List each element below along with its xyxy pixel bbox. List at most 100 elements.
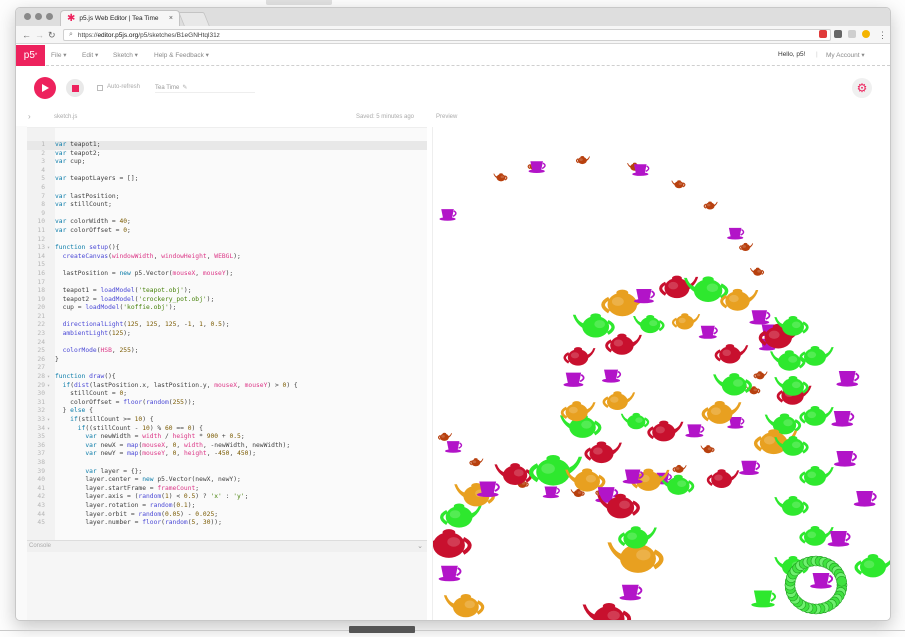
fold-chevron-icon[interactable]: ▾ (47, 416, 50, 425)
teapot-shape (572, 313, 615, 338)
auto-refresh-checkbox[interactable] (97, 85, 103, 91)
code-line[interactable]: 38 (27, 459, 427, 468)
code-line[interactable]: 25 colorMode(HSB, 255); (27, 347, 427, 356)
code-line[interactable]: 10 var colorWidth = 40; (27, 218, 427, 227)
kebab-menu-icon[interactable]: ⋮ (878, 29, 887, 41)
sidebar-expand-chevron-icon[interactable]: › (28, 112, 31, 121)
zoom-window-button[interactable] (46, 13, 53, 20)
line-number: 15 (37, 261, 45, 269)
code-line[interactable]: 36 var newX = map(mouseX, 0, width, -new… (27, 442, 427, 451)
extension-puzzle-icon[interactable] (848, 30, 856, 38)
code-line[interactable]: 23 ambientLight(125); (27, 330, 427, 339)
menu-file[interactable]: File ▾ (51, 51, 67, 59)
code-line[interactable]: 9 (27, 210, 427, 219)
code-line[interactable]: 26} (27, 356, 427, 365)
background-window-stub (266, 0, 332, 5)
code-line[interactable]: 14 createCanvas(windowWidth, windowHeigh… (27, 253, 427, 262)
code-line[interactable]: 3 var cup; (27, 158, 427, 167)
code-line[interactable]: 37 var newY = map(mouseY, 0, height, -45… (27, 450, 427, 459)
code-line[interactable]: 8 var stillCount; (27, 201, 427, 210)
code-line[interactable]: 19 teapot2 = loadModel('crockery_pot.obj… (27, 296, 427, 305)
settings-button[interactable]: ⚙ (852, 78, 872, 98)
close-tab-icon[interactable]: × (169, 15, 173, 22)
extension-shield-icon[interactable] (819, 30, 827, 38)
code-line[interactable]: 15 (27, 261, 427, 270)
code-line[interactable]: 13 ▾ function setup(){ (27, 244, 427, 253)
code-line[interactable]: 28 ▾ function draw(){ (27, 373, 427, 382)
extension-chrome-icon[interactable] (862, 30, 870, 38)
code-line[interactable]: 29 ▾ if(dist(lastPosition.x, lastPosition… (27, 382, 427, 391)
line-number: 2 (41, 149, 45, 157)
code-line[interactable]: 43 layer.rotation = random(0.1); (27, 502, 427, 511)
forward-arrow-icon[interactable]: → (35, 29, 44, 41)
code-line[interactable]: 45 layer.number = floor(random(5, 30)); (27, 519, 427, 528)
extension-box-icon[interactable] (834, 30, 842, 38)
code-line[interactable]: 6 (27, 184, 427, 193)
menu-help[interactable]: Help & Feedback ▾ (154, 51, 209, 59)
line-number: 6 (41, 183, 45, 191)
code-text: if((stillCount - 10) % 60 == 0) { (77, 424, 203, 432)
code-line[interactable]: 16 lastPosition = new p5.Vector(mouseX, … (27, 270, 427, 279)
p5-logo[interactable]: p5 * (16, 45, 45, 66)
code-line[interactable]: 41 layer.startFrame = frameCount; (27, 485, 427, 494)
code-line[interactable]: 1 var teapot1; (27, 141, 427, 150)
code-line[interactable]: 42 layer.axis = (random(1) < 0.5) ? 'x' … (27, 493, 427, 502)
code-line[interactable]: 31 colorOffset = floor(random(255)); (27, 399, 427, 408)
fold-chevron-icon[interactable]: ▾ (47, 382, 50, 391)
teapot-shape (671, 180, 686, 189)
code-line[interactable]: 11 var colorOffset = 0; (27, 227, 427, 236)
code-line[interactable]: 34 ▾ if((stillCount - 10) % 60 == 0) { (27, 425, 427, 434)
code-line[interactable]: 40 layer.center = new p5.Vector(newX, ne… (27, 476, 427, 485)
code-line[interactable]: 2 var teapot2; (27, 150, 427, 159)
code-line[interactable]: 35 var newWidth = width / height * 900 +… (27, 433, 427, 442)
code-line[interactable]: 20 cup = loadModel('koffie.obj'); (27, 304, 427, 313)
my-account-menu[interactable]: My Account ▾ (826, 51, 865, 59)
browser-tab[interactable]: ✱ p5.js Web Editor | Tea Time × (60, 10, 180, 26)
back-arrow-icon[interactable]: ← (22, 29, 31, 41)
stop-button[interactable] (66, 79, 84, 97)
project-name-field[interactable]: Tea Time ✎ (155, 83, 255, 93)
code-line[interactable]: 5 var teapotLayers = []; (27, 175, 427, 184)
pencil-icon[interactable]: ✎ (182, 84, 187, 91)
code-line[interactable]: 32 } else { (27, 407, 427, 416)
url-input[interactable]: ⌕ https://editor.p5js.org/p5/sketches/B1… (63, 29, 831, 41)
code-line[interactable]: 22 directionalLight(125, 125, 125, -1, 1… (27, 321, 427, 330)
console-header[interactable]: Console ⌄ (27, 540, 427, 552)
line-number: 26 (37, 355, 45, 363)
code-text: teapot1 = loadModel('teapot.obj'); (55, 287, 192, 295)
code-line[interactable]: 33 ▾ if(stillCount >= 10) { (27, 416, 427, 425)
fold-chevron-icon[interactable]: ▾ (47, 425, 50, 434)
menu-edit[interactable]: Edit ▾ (82, 51, 98, 59)
code-text: colorMode(HSB, 255); (62, 347, 139, 355)
minimize-window-button[interactable] (35, 13, 42, 20)
sketch-preview-canvas[interactable] (432, 127, 890, 620)
close-window-button[interactable] (24, 13, 31, 20)
code-line[interactable]: 4 (27, 167, 427, 176)
code-line[interactable]: 24 (27, 339, 427, 348)
teapot-shape (605, 333, 642, 355)
chevron-down-icon[interactable]: ⌄ (417, 542, 423, 550)
menu-sketch[interactable]: Sketch ▾ (113, 51, 138, 59)
play-button[interactable] (34, 77, 56, 99)
code-line[interactable]: 21 (27, 313, 427, 322)
line-number: 29 (37, 381, 45, 389)
fold-chevron-icon[interactable]: ▾ (47, 373, 50, 382)
code-line[interactable]: 17 (27, 279, 427, 288)
file-name[interactable]: sketch.js (54, 114, 77, 120)
teapot-shape (684, 276, 729, 302)
teapot-shape (437, 432, 453, 441)
code-line[interactable]: 27 (27, 364, 427, 373)
code-line[interactable]: 30 stillCount = 0; (27, 390, 427, 399)
line-number: 25 (37, 347, 45, 355)
code-editor[interactable]: 1 var teapot1; 2 var teapot2; 3 var cup; 4 5 var… (27, 127, 427, 540)
teapot-shape (703, 201, 718, 210)
code-line[interactable]: 18 teapot1 = loadModel('teapot.obj'); (27, 287, 427, 296)
code-line[interactable]: 44 layer.orbit = random(0.05) - 0.025; (27, 511, 427, 520)
code-line[interactable]: 39 var layer = {}; (27, 468, 427, 477)
fold-chevron-icon[interactable]: ▾ (47, 244, 50, 253)
reload-icon[interactable]: ↻ (48, 29, 56, 41)
new-tab-button[interactable] (178, 12, 210, 26)
code-line[interactable]: 12 (27, 236, 427, 245)
code-line[interactable]: 7 var lastPosition; (27, 193, 427, 202)
teapot-shape (671, 313, 701, 330)
